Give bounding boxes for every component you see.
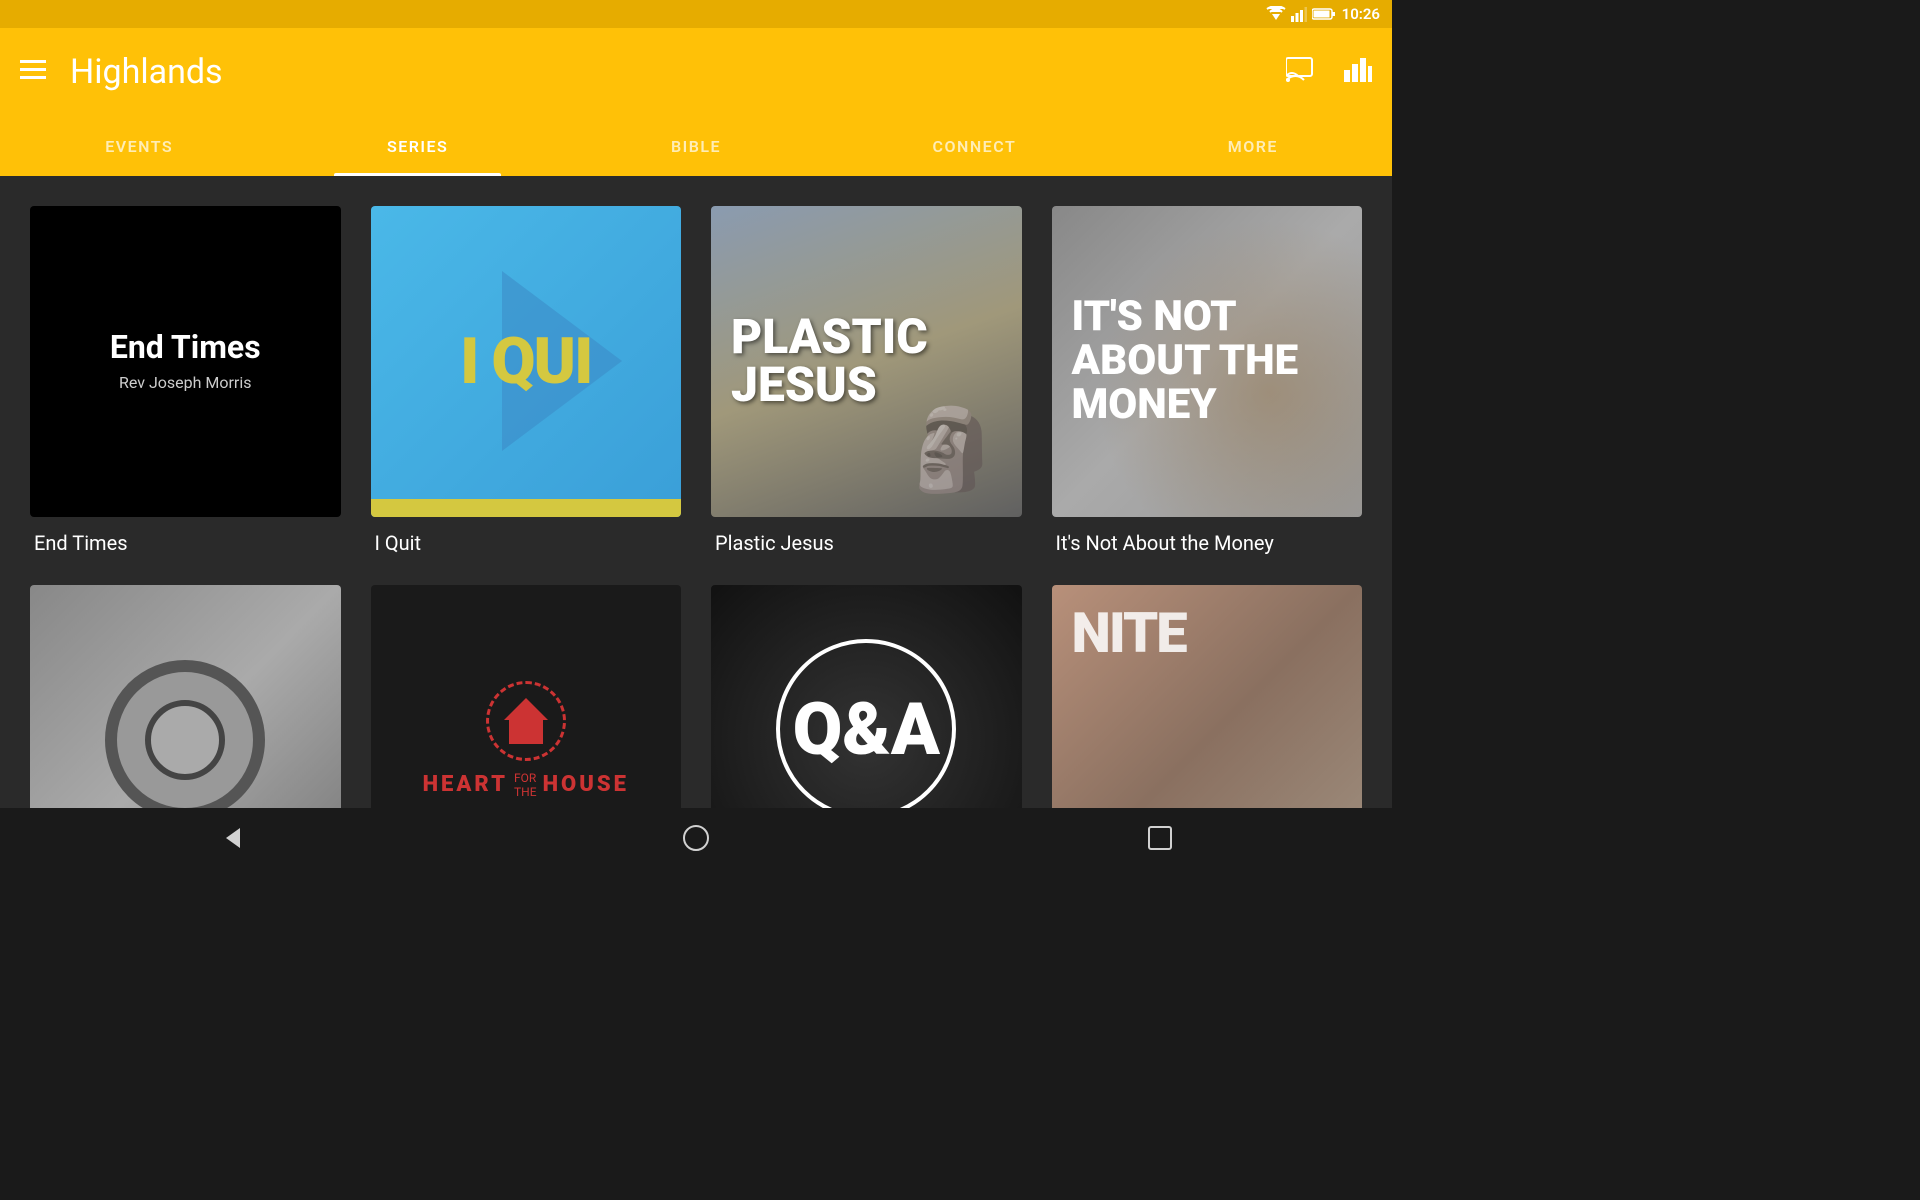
series-card-end-times[interactable]: End Times Rev Joseph Morris End Times [30, 206, 341, 555]
heart-text: HEART [423, 772, 508, 797]
thumbnail-ignite: NITE [1052, 585, 1363, 809]
back-button[interactable] [202, 813, 262, 863]
heart-house-icon [486, 681, 566, 761]
content-area: End Times Rev Joseph Morris End Times I … [0, 176, 1392, 808]
nam-overlay: IT'S NOTABOUT THEMONEY [1072, 295, 1299, 427]
action-icons [1286, 56, 1372, 89]
thumbnail-not-about-money: IT'S NOTABOUT THEMONEY [1052, 206, 1363, 517]
series-card-heart-house[interactable]: HEART FORTHE HOUSE [371, 585, 682, 809]
thumbnail-heart-house: HEART FORTHE HOUSE [371, 585, 682, 809]
cast-icon[interactable] [1286, 56, 1316, 89]
home-button[interactable] [666, 813, 726, 863]
nav-bar [0, 808, 1392, 868]
wifi-icon [1266, 6, 1286, 22]
series-card-vault[interactable] [30, 585, 341, 809]
series-card-plastic-jesus[interactable]: PLASTICJESUS Plastic Jesus [711, 206, 1022, 555]
thumbnail-i-quit: I QUI [371, 206, 682, 517]
tab-connect[interactable]: CONNECT [835, 116, 1113, 176]
house-text: HOUSE [543, 772, 629, 797]
tab-bible[interactable]: BIBLE [557, 116, 835, 176]
thumbnail-qa: Q&A "YOU ASKED, WE ANSWERED" [711, 585, 1022, 809]
recent-apps-button[interactable] [1130, 813, 1190, 863]
end-times-subtitle-overlay: Rev Joseph Morris [119, 373, 252, 392]
card-title-plastic-jesus: Plastic Jesus [711, 531, 1022, 555]
status-icons [1266, 6, 1336, 22]
ignite-overlay: NITE [1072, 605, 1186, 661]
for-the-text: FORTHE [514, 771, 537, 799]
i-quit-overlay-text: I QUI [460, 324, 591, 399]
card-title-end-times: End Times [30, 531, 341, 555]
tab-series[interactable]: SERIES [278, 116, 556, 176]
thumbnail-vault [30, 585, 341, 809]
card-title-i-quit: I Quit [371, 531, 682, 555]
menu-icon[interactable] [20, 57, 46, 87]
thumbnail-end-times: End Times Rev Joseph Morris [30, 206, 341, 517]
series-card-ignite[interactable]: NITE [1052, 585, 1363, 809]
vault-circle [105, 660, 265, 808]
end-times-title-overlay: End Times [110, 330, 261, 365]
series-card-not-about-money[interactable]: IT'S NOTABOUT THEMONEY It's Not About th… [1052, 206, 1363, 555]
status-bar: 10:26 [0, 0, 1392, 28]
tab-more[interactable]: MORE [1114, 116, 1392, 176]
tab-events[interactable]: EVENTS [0, 116, 278, 176]
status-time: 10:26 [1342, 5, 1380, 23]
qa-overlay: Q&A [793, 687, 940, 772]
tab-bar: EVENTS SERIES BIBLE CONNECT MORE [0, 116, 1392, 176]
series-card-qa[interactable]: Q&A "YOU ASKED, WE ANSWERED" [711, 585, 1022, 809]
card-title-not-about-money: It's Not About the Money [1052, 531, 1363, 555]
chart-icon[interactable] [1344, 56, 1372, 89]
battery-icon [1312, 7, 1336, 21]
heart-house-logo: HEART FORTHE HOUSE [423, 681, 629, 799]
signal-icon [1291, 6, 1307, 22]
vault-wheel [145, 700, 225, 780]
series-grid: End Times Rev Joseph Morris End Times I … [30, 206, 1362, 808]
series-card-i-quit[interactable]: I QUI I Quit [371, 206, 682, 555]
qa-circle: Q&A [776, 639, 956, 808]
yellow-bar [371, 499, 682, 517]
plastic-jesus-overlay: PLASTICJESUS [731, 313, 928, 409]
thumbnail-plastic-jesus: PLASTICJESUS [711, 206, 1022, 517]
app-title: Highlands [70, 52, 1286, 92]
app-bar: Highlands [0, 28, 1392, 116]
